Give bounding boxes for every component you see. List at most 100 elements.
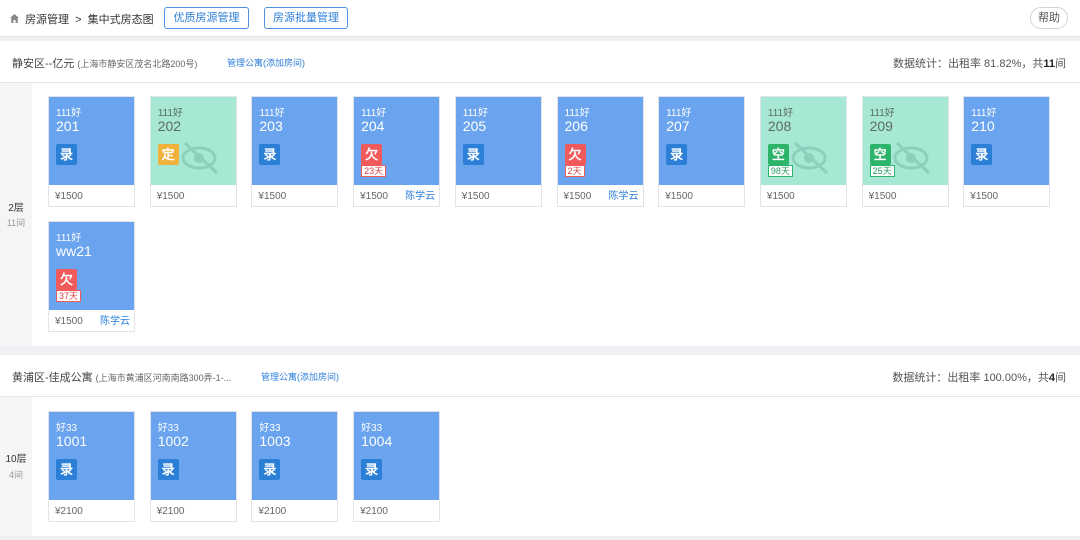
floor-label: 2层 <box>8 203 24 214</box>
apartment-name: 黄浦区-佳成公寓 (上海市黄浦区河南南路300弄-1-... <box>12 369 231 385</box>
room-status-badge: 录 <box>361 459 383 480</box>
room-price: ¥1500 <box>868 191 897 202</box>
room-card-body[interactable]: 111好 201 录 <box>49 97 134 185</box>
room-card-body[interactable]: 好33 1002 录 <box>150 412 236 500</box>
eye-slash-icon <box>893 139 933 177</box>
help-button[interactable]: 帮助 <box>1030 7 1068 29</box>
room-number: 209 <box>869 118 893 134</box>
quality-listing-button[interactable]: 优质房源管理 <box>164 7 249 29</box>
room-building: 111好 <box>564 108 590 119</box>
room-building: 111好 <box>971 108 997 119</box>
room-days-badge: 25天 <box>869 165 895 177</box>
room-status-badge: 空 <box>767 144 789 165</box>
room-status-badge: 欠 <box>56 269 77 290</box>
room-tenant-link[interactable]: 陈学云 <box>100 312 130 327</box>
room-building: 111好 <box>462 108 488 119</box>
batch-manage-button[interactable]: 房源批量管理 <box>264 7 348 29</box>
room-card[interactable]: 111好 202 定 ¥1500 <box>149 96 237 207</box>
room-price: ¥2100 <box>360 506 388 517</box>
room-card[interactable]: 111好 206 欠 2天 ¥1500 陈学云 <box>556 96 644 207</box>
room-card-body[interactable]: 111好 210 录 <box>964 97 1050 185</box>
room-building: 111好 <box>767 108 794 119</box>
room-card-body[interactable]: 111好 208 空 98天 <box>760 97 846 185</box>
stats-count: 11 <box>1043 58 1055 70</box>
room-card[interactable]: 111好 201 录 ¥1500 <box>48 96 135 207</box>
room-card-body[interactable]: 好33 1001 录 <box>49 412 134 500</box>
stats-text: 数据统计：出租率 81.82%，共 <box>892 58 1044 70</box>
room-card-body[interactable]: 111好 204 欠 23天 <box>354 97 440 185</box>
room-price: ¥1500 <box>156 191 185 202</box>
room-card[interactable]: 好33 1004 录 ¥2100 <box>353 411 441 522</box>
stats-unit: 间 <box>1055 372 1066 384</box>
room-card-body[interactable]: 111好 206 欠 2天 <box>557 97 643 185</box>
room-card[interactable]: 111好 210 录 ¥1500 <box>963 96 1051 207</box>
room-card-body[interactable]: 111好 203 录 <box>252 97 338 185</box>
room-number: 1004 <box>361 433 393 449</box>
room-price: ¥1500 <box>55 316 83 327</box>
room-card[interactable]: 111好 205 录 ¥1500 <box>454 96 542 207</box>
room-card[interactable]: 111好 209 空 25天 ¥1500 <box>861 96 949 207</box>
manage-apartment-link[interactable]: 管理公寓(添加房间) <box>227 56 305 69</box>
room-card-body[interactable]: 111好 207 录 <box>659 97 745 185</box>
room-status-badge: 录 <box>971 144 993 165</box>
breadcrumb-root[interactable]: 房源管理 <box>25 14 69 26</box>
room-days-badge: 37天 <box>56 290 82 302</box>
room-status-badge: 录 <box>56 144 77 165</box>
room-building: 好33 <box>56 423 78 434</box>
room-card[interactable]: 111好 204 欠 23天 ¥1500 陈学云 <box>353 96 441 207</box>
floor-room-count: 4间 <box>8 470 23 480</box>
room-number: 202 <box>157 118 182 134</box>
room-card[interactable]: 111好 ww21 欠 37天 ¥1500 陈学云 <box>48 221 135 332</box>
room-days-badge: 98天 <box>767 165 793 177</box>
apartment-header-huangpu: 黄浦区-佳成公寓 (上海市黄浦区河南南路300弄-1-... 管理公寓(添加房间)… <box>0 355 1080 397</box>
room-price: ¥1500 <box>970 191 999 202</box>
stats-text: 数据统计：出租率 100.00%，共 <box>892 372 1049 384</box>
room-status-badge: 录 <box>462 144 484 165</box>
room-price: ¥1500 <box>258 191 287 202</box>
room-card[interactable]: 111好 208 空 98天 ¥1500 <box>759 96 847 207</box>
room-tenant-link[interactable]: 陈学云 <box>609 187 639 202</box>
room-building: 好33 <box>361 423 383 434</box>
room-building: 好33 <box>157 423 179 434</box>
apartment-name-text: 静安区--亿元 <box>12 58 75 70</box>
room-price: ¥1500 <box>55 191 83 202</box>
room-status-badge: 空 <box>869 144 891 165</box>
breadcrumb-current: 集中式房态图 <box>87 14 154 26</box>
floor-label-column: 2层 11间 <box>0 83 32 346</box>
room-status-badge: 录 <box>259 144 281 165</box>
room-card-body[interactable]: 好33 1003 录 <box>252 412 338 500</box>
eye-slash-icon <box>791 139 831 177</box>
room-tenant-link[interactable]: 陈学云 <box>405 187 435 202</box>
room-card-body[interactable]: 111好 209 空 25天 <box>862 97 948 185</box>
room-building: 111好 <box>259 108 285 119</box>
room-card-body[interactable]: 111好 202 定 <box>150 97 236 185</box>
room-card[interactable]: 好33 1003 录 ¥2100 <box>251 411 339 522</box>
room-grid-huangpu: 好33 1001 录 ¥2100 好33 1002 录 ¥2100 好33 1003 录 ¥2100 好… <box>32 397 1080 536</box>
stats-unit: 间 <box>1055 58 1066 70</box>
breadcrumb-separator: > <box>75 14 82 26</box>
room-number: 210 <box>971 118 995 134</box>
home-icon[interactable] <box>10 14 19 23</box>
room-card[interactable]: 好33 1002 录 ¥2100 <box>149 411 237 522</box>
room-card[interactable]: 好33 1001 录 ¥2100 <box>48 411 135 522</box>
room-card[interactable]: 111好 207 录 ¥1500 <box>658 96 746 207</box>
room-number: 1001 <box>56 433 88 449</box>
room-card[interactable]: 111好 203 录 ¥1500 <box>251 96 339 207</box>
room-card-body[interactable]: 111好 205 录 <box>455 97 541 185</box>
room-number: 205 <box>462 118 487 134</box>
occupancy-stats: 数据统计：出租率 81.82%，共11间 <box>893 55 1066 71</box>
room-status-badge: 录 <box>157 459 179 480</box>
room-card-body[interactable]: 111好 ww21 欠 37天 <box>49 222 134 310</box>
room-number: 208 <box>767 118 792 134</box>
room-number: ww21 <box>56 243 92 259</box>
room-price: ¥1500 <box>665 191 693 202</box>
occupancy-stats: 数据统计：出租率 100.00%，共4间 <box>892 369 1066 385</box>
room-number: 1002 <box>157 433 189 449</box>
room-building: 111好 <box>361 108 387 119</box>
apartment-header-jingan: 静安区--亿元 (上海市静安区茂名北路200号) 管理公寓(添加房间) 数据统计：… <box>0 41 1080 83</box>
room-price: ¥2100 <box>156 506 185 517</box>
apartment-name-text: 黄浦区-佳成公寓 <box>12 372 93 384</box>
room-number: 1003 <box>259 433 291 449</box>
room-card-body[interactable]: 好33 1004 录 <box>354 412 440 500</box>
manage-apartment-link[interactable]: 管理公寓(添加房间) <box>261 370 339 383</box>
